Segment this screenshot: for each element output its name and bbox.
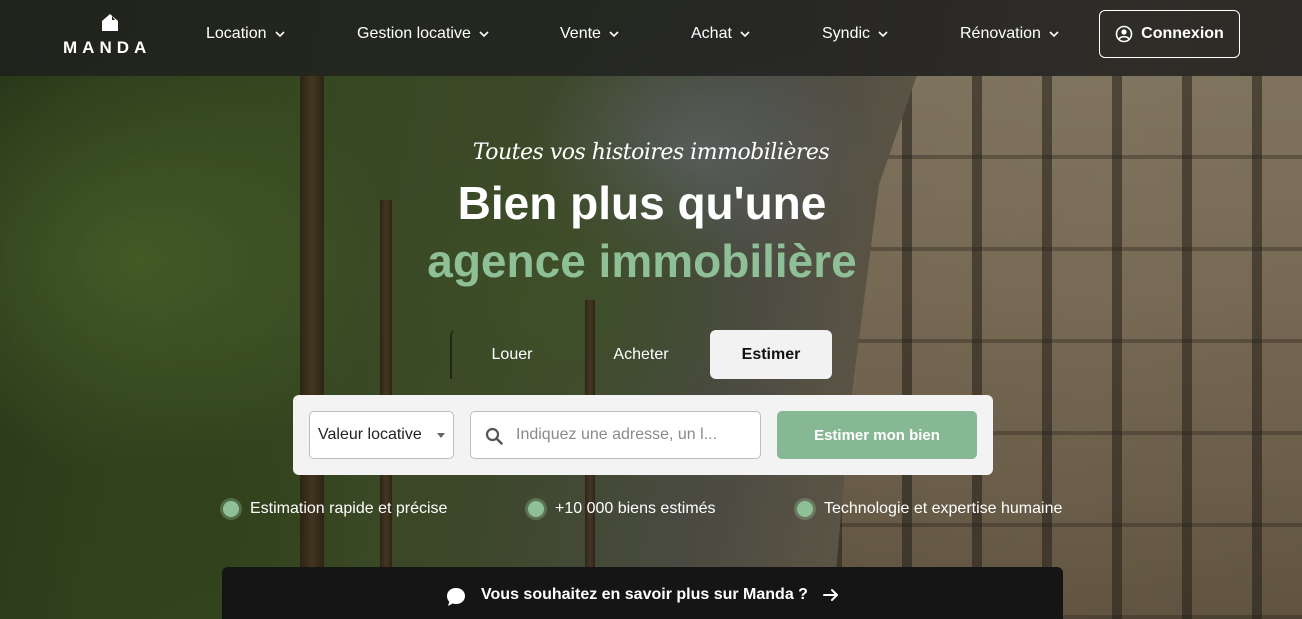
chevron-down-icon — [1049, 31, 1059, 38]
feature-item: Technologie et expertise humaine — [797, 498, 1062, 520]
nav-item-location[interactable]: Location — [206, 22, 286, 46]
address-field[interactable] — [470, 411, 761, 459]
nav-item-label: Syndic — [822, 25, 871, 42]
login-label: Connexion — [1141, 25, 1224, 42]
hero-title-line2: agence immobilière — [427, 235, 857, 287]
search-icon — [485, 427, 503, 445]
address-input[interactable] — [516, 426, 746, 444]
tab-louer[interactable]: Louer — [450, 330, 572, 379]
chevron-down-icon — [878, 31, 888, 38]
login-button[interactable]: Connexion — [1099, 10, 1240, 58]
arrow-right-icon — [822, 589, 838, 601]
bullet-dot-icon — [528, 501, 544, 517]
feature-item: Estimation rapide et précise — [223, 498, 447, 520]
nav-item-vente[interactable]: Vente — [560, 22, 620, 46]
nav-item-renovation[interactable]: Rénovation — [960, 22, 1060, 46]
feature-label: Estimation rapide et précise — [250, 500, 448, 517]
chevron-down-icon — [479, 31, 489, 38]
learn-more-bar[interactable]: Vous souhaitez en savoir plus sur Manda … — [222, 567, 1063, 619]
hero-tagline: Toutes vos histoires immobilières — [472, 140, 830, 165]
tab-acheter[interactable]: Acheter — [572, 330, 710, 379]
chat-bubble-icon — [447, 588, 466, 606]
nav-item-label: Gestion locative — [357, 25, 471, 42]
nav-item-syndic[interactable]: Syndic — [822, 22, 889, 46]
feature-item: +10 000 biens estimés — [528, 498, 716, 520]
chevron-down-icon — [740, 31, 750, 38]
manda-logo[interactable]: MANDA — [63, 14, 157, 57]
estimate-submit-button[interactable]: Estimer mon bien — [777, 411, 977, 459]
search-tabs: Louer Acheter Estimer — [450, 330, 835, 379]
search-panel: Valeur locative Estimer mon bien — [293, 395, 993, 475]
chevron-down-icon — [609, 31, 619, 38]
nav-item-label: Location — [206, 25, 267, 42]
bullet-dot-icon — [223, 501, 239, 517]
nav-item-gestion-locative[interactable]: Gestion locative — [357, 22, 490, 46]
nav-item-achat[interactable]: Achat — [691, 22, 751, 46]
feature-label: +10 000 biens estimés — [555, 500, 716, 517]
chevron-down-icon — [274, 31, 285, 38]
tab-estimer[interactable]: Estimer — [710, 330, 832, 379]
valuation-type-select[interactable]: Valeur locative — [309, 411, 454, 459]
select-value: Valeur locative — [318, 426, 422, 443]
user-circle-icon — [1115, 25, 1133, 43]
house-logo-icon — [102, 14, 118, 31]
logo-text: MANDA — [63, 38, 152, 57]
bullet-dot-icon — [797, 501, 813, 517]
feature-label: Technologie et expertise humaine — [824, 500, 1063, 517]
nav-item-label: Achat — [691, 25, 732, 42]
nav-item-label: Rénovation — [960, 25, 1041, 42]
learn-more-label: Vous souhaitez en savoir plus sur Manda … — [481, 586, 808, 603]
caret-down-icon — [437, 433, 445, 438]
nav-item-label: Vente — [560, 25, 601, 42]
hero-overlay — [0, 0, 1302, 619]
hero-title-line1: Bien plus qu'une — [457, 177, 827, 229]
site-header: MANDA Location Gestion locative Vente Ac… — [0, 0, 1302, 76]
